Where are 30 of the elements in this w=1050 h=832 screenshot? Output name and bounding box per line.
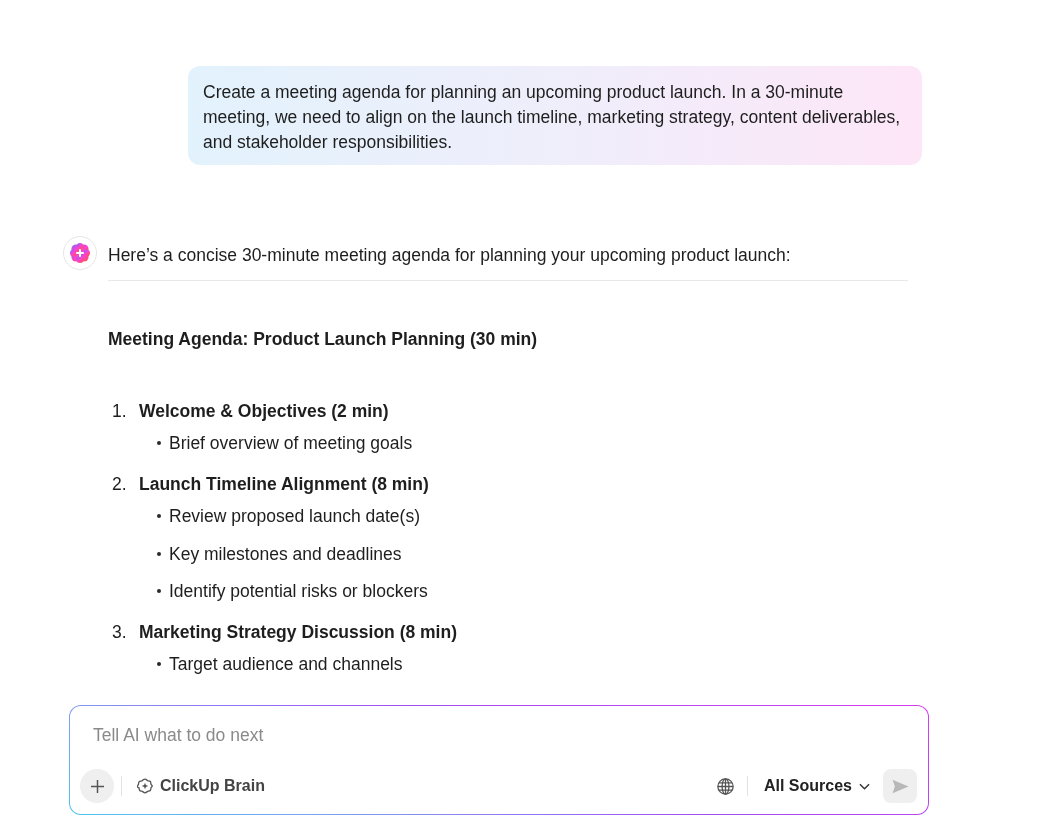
assistant-intro: Here’s a concise 30-minute meeting agenda for planning your upcoming product launch: [108,244,792,267]
bullet-icon [157,589,161,593]
agenda-subpoint: Review proposed launch date(s) [169,505,420,528]
agenda-subpoint: Target audience and channels [169,653,403,676]
agenda-item-title: Launch Timeline Alignment (8 min) [139,473,429,496]
bullet-icon [157,514,161,518]
agenda-subpoint: Brief overview of meeting goals [169,432,413,455]
item-number: 3. [112,621,128,644]
globe-icon [716,777,734,795]
item-number: 1. [112,400,128,423]
sources-dropdown[interactable]: All Sources [763,777,870,795]
agenda-heading: Meeting Agenda: Product Launch Planning (30 min) [108,328,539,351]
plus-icon [90,779,104,793]
item-number: 2. [112,473,128,496]
bullet-icon [157,551,161,556]
agenda-subpoint: Key milestones and deadlines [169,542,402,566]
message-input[interactable]: Tell AI what to do next [80,723,917,747]
bullet-icon [157,662,161,666]
user-message: Create a meeting agenda for planning an upcoming product launch. In a 30-minute meeting, we need to align on the launch timeline, marketing strategy, content deliverables, and stakeholder responsibilities. [188,66,922,165]
assistant-avatar-icon [63,236,97,270]
sparkle-icon [137,778,153,794]
send-icon [891,778,909,794]
chevron-down-icon [859,782,870,790]
agenda-item-title: Welcome & Objectives (2 min) [139,400,389,423]
assistant-selector[interactable]: ClickUp Brain [137,777,265,795]
bullet-icon [157,441,161,445]
add-button[interactable] [80,769,114,803]
agenda-subpoint: Identify potential risks or blockers [169,580,428,603]
agenda-item-title: Marketing Strategy Discussion (8 min) [139,621,457,644]
web-search-button[interactable] [716,777,734,795]
